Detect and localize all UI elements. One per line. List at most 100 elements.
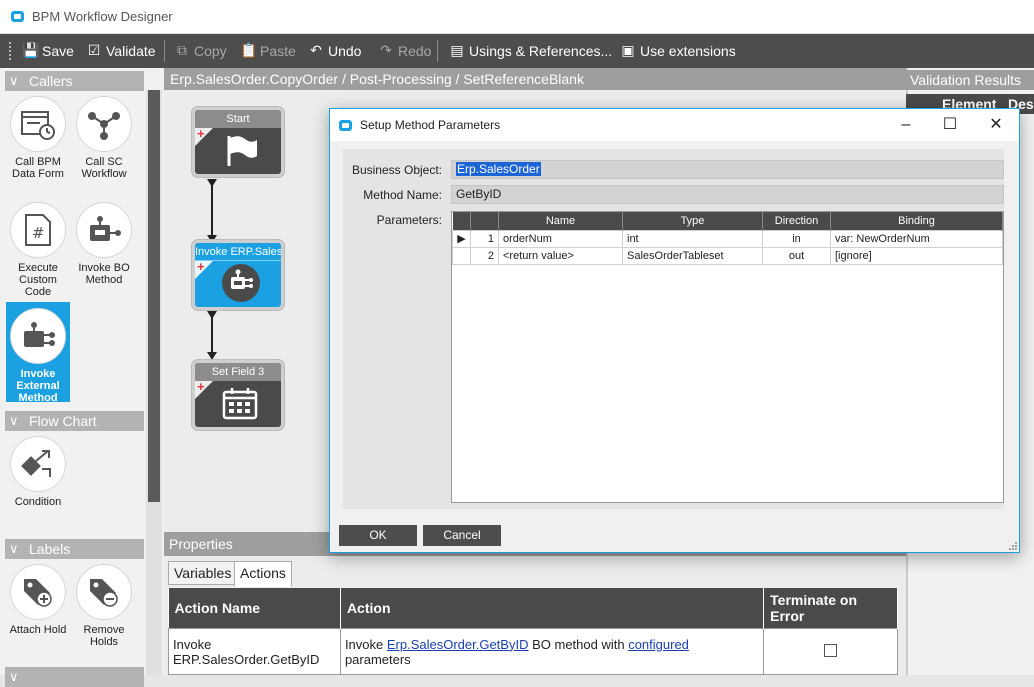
execute-custom-code-tool[interactable]: # Execute Custom Code [6, 202, 70, 298]
resize-grip-icon[interactable] [1008, 541, 1018, 551]
app-icon [339, 120, 352, 131]
actions-table: Action Name Action Terminate on Error In… [168, 588, 898, 675]
set-field-node[interactable]: Set Field 3 + [192, 360, 284, 430]
checkbox-check-icon: ☑ [87, 42, 101, 58]
current-row-icon: ▶ [452, 229, 471, 248]
external-method-icon [10, 308, 66, 364]
connector-line [211, 184, 213, 240]
window-title: BPM Workflow Designer [32, 9, 173, 24]
row-number: 1 [470, 229, 499, 248]
copy-button[interactable]: ⧉ Copy [174, 42, 227, 59]
breadcrumb: Erp.SalesOrder.CopyOrder / Post-Processi… [164, 68, 906, 90]
call-sc-workflow-tool[interactable]: Call SC Workflow [72, 96, 136, 180]
method-link[interactable]: Erp.SalesOrder.GetByID [387, 637, 529, 652]
method-name-label: Method Name: [363, 188, 442, 202]
toolbox-scrollbar[interactable] [146, 90, 162, 675]
chevron-down-icon: ∨ [9, 541, 19, 556]
cancel-button[interactable]: Cancel [423, 525, 501, 546]
redo-button[interactable]: ↷ Redo [378, 42, 431, 59]
column-header: Type [622, 212, 763, 230]
redo-icon: ↷ [380, 42, 392, 58]
action-name-cell: Invoke ERP.SalesOrder.GetByID [168, 628, 341, 675]
workflow-nodes-icon [76, 96, 132, 152]
validation-header: Validation Results [906, 70, 1034, 90]
form-clock-icon [10, 96, 66, 152]
dialog-title: Setup Method Parameters [360, 118, 501, 132]
invoke-node[interactable]: Invoke ERP.SalesOrder + [192, 240, 284, 310]
call-bpm-data-form-tool[interactable]: Call BPM Data Form [6, 96, 70, 180]
table-row[interactable]: 2 <return value> SalesOrderTableset out … [452, 246, 1003, 265]
save-icon: 💾 [22, 42, 40, 58]
param-direction-cell[interactable]: in [762, 229, 831, 248]
param-name-cell[interactable]: <return value> [498, 246, 623, 265]
labels-section-header[interactable]: ∨ Labels [5, 539, 144, 559]
app-icon [11, 11, 24, 22]
table-row[interactable]: ▶ 1 orderNum int in var: NewOrderNum [452, 229, 1003, 248]
column-header: Binding [830, 212, 1003, 230]
extensions-icon: ▣ [621, 42, 635, 58]
use-extensions-button[interactable]: ▣ Use extensions [620, 42, 735, 59]
configured-link[interactable]: configured [628, 637, 689, 652]
condition-arrows-icon [10, 436, 66, 492]
node-title: Invoke ERP.SalesOrder [195, 243, 281, 261]
add-icon[interactable]: + [197, 127, 205, 140]
ok-button[interactable]: OK [339, 525, 417, 546]
start-node[interactable]: Start + [192, 107, 284, 177]
flow-chart-section-header[interactable]: ∨ Flow Chart [5, 411, 144, 431]
usings-references-button[interactable]: ▤ Usings & References... [449, 42, 612, 59]
minimize-button[interactable]: – [884, 113, 928, 137]
setup-method-parameters-dialog: Setup Method Parameters – ☐ ✕ Business O… [329, 108, 1020, 553]
main-toolbar: 💾 Save ☑ Validate ⧉ Copy 📋 Paste ↶ Undo … [0, 34, 1034, 68]
business-object-value: Erp.SalesOrder [456, 162, 541, 176]
other-section-header[interactable]: ∨ [5, 667, 144, 687]
add-icon[interactable]: + [197, 380, 205, 393]
connector-arrow [207, 179, 217, 187]
param-direction-cell[interactable]: out [762, 246, 831, 265]
param-type-cell[interactable]: SalesOrderTableset [622, 246, 763, 265]
tab-variables[interactable]: Variables [168, 561, 238, 585]
tab-actions[interactable]: Actions [234, 561, 292, 587]
terminate-cell [763, 628, 898, 675]
terminate-on-error-checkbox[interactable] [824, 643, 838, 657]
undo-icon: ↶ [310, 42, 322, 58]
action-description-cell: Invoke Erp.SalesOrder.GetByID BO method … [339, 628, 765, 675]
connector-arrow [207, 311, 217, 319]
column-header: Name [498, 212, 623, 230]
paste-icon: 📋 [240, 42, 258, 58]
param-type-cell[interactable]: int [622, 229, 763, 248]
param-name-cell[interactable]: orderNum [498, 229, 623, 248]
code-file-icon: # [10, 202, 66, 258]
close-button[interactable]: ✕ [974, 113, 1018, 137]
invoke-external-method-tool[interactable]: Invoke External Method [6, 302, 70, 404]
invoke-bo-method-tool[interactable]: Invoke BO Method [72, 202, 136, 286]
toolbar-grip [9, 42, 12, 60]
toolbox-panel: ∨ Callers Call BPM Data Form Call SC Wor… [0, 68, 164, 687]
remove-holds-tool[interactable]: Remove Holds [72, 564, 136, 648]
maximize-button[interactable]: ☐ [928, 113, 972, 137]
condition-tool[interactable]: Condition [6, 436, 70, 508]
business-object-field[interactable]: Erp.SalesOrder [451, 160, 1004, 179]
save-button[interactable]: 💾 Save [22, 42, 74, 59]
param-binding-cell[interactable]: var: NewOrderNum [830, 229, 1003, 248]
toolbar-separator [164, 40, 165, 62]
bo-method-icon [76, 202, 132, 258]
table-row[interactable]: Invoke ERP.SalesOrder.GetByID Invoke Erp… [168, 628, 898, 675]
calendar-grid-icon [222, 388, 258, 420]
column-header: Action [340, 588, 765, 629]
callers-section-header[interactable]: ∨ Callers [5, 71, 144, 91]
method-name-field[interactable]: GetByID [451, 185, 1004, 204]
add-icon[interactable]: + [197, 260, 205, 273]
tag-minus-icon [76, 564, 132, 620]
connector-line [211, 316, 213, 356]
row-number-header [470, 212, 499, 230]
parameters-grid[interactable]: Name Type Direction Binding ▶ 1 orderNum… [451, 211, 1004, 503]
node-title: Start [195, 110, 281, 128]
paste-button[interactable]: 📋 Paste [240, 42, 296, 59]
scrollbar-thumb[interactable] [148, 90, 160, 502]
attach-hold-tool[interactable]: Attach Hold [6, 564, 70, 636]
param-binding-cell[interactable]: [ignore] [830, 246, 1003, 265]
validate-button[interactable]: ☑ Validate [86, 42, 156, 59]
app-title-bar: BPM Workflow Designer [0, 0, 1034, 34]
undo-button[interactable]: ↶ Undo [308, 42, 361, 59]
dialog-title-bar: Setup Method Parameters – ☐ ✕ [330, 109, 1019, 141]
